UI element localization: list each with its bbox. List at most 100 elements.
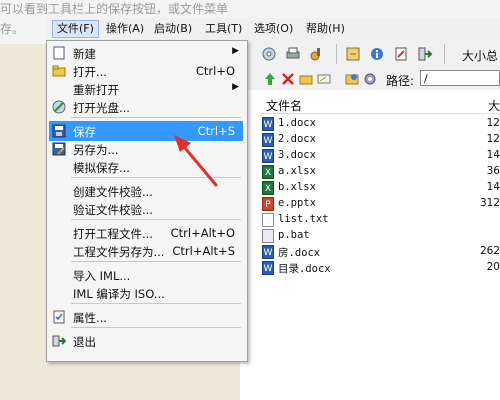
column-header-size[interactable]: 大 xyxy=(488,97,500,114)
menu-item-properties[interactable]: 属性... xyxy=(49,307,243,327)
file-row[interactable]: W 3.docx 14 xyxy=(262,148,500,164)
file-name: 2.docx xyxy=(278,133,316,145)
tools-icon[interactable] xyxy=(308,45,326,63)
menu-item-shortcut: Ctrl+S xyxy=(197,124,235,138)
menu-item-shortcut: Ctrl+O xyxy=(195,64,235,78)
word-doc-icon: W xyxy=(262,149,274,163)
file-row[interactable]: Pe.pptx 312 xyxy=(262,196,500,212)
size-total-label: 大小总 xyxy=(462,49,499,63)
menu-item-label: 另存为... xyxy=(73,143,119,157)
file-size: 262 xyxy=(479,245,500,257)
menu-item-label: 导入 IML... xyxy=(73,269,131,283)
menu-item-open[interactable]: 打开... Ctrl+O xyxy=(49,61,243,81)
rename-icon[interactable] xyxy=(316,71,332,87)
open-folder-icon xyxy=(51,63,67,79)
file-size: 14 xyxy=(486,181,500,193)
menu-options[interactable]: 选项(O) xyxy=(250,21,297,37)
batch-file-icon xyxy=(262,229,274,243)
menu-item-label: 打开工程文件... xyxy=(73,227,153,241)
menu-item-open-disc[interactable]: 打开光盘... xyxy=(49,97,243,117)
path-input[interactable]: / xyxy=(420,70,500,86)
file-name: b.xlsx xyxy=(278,181,316,193)
delete-icon[interactable] xyxy=(280,71,296,87)
menu-item-reopen[interactable]: 重新打开 ▶ xyxy=(49,79,243,99)
menu-separator xyxy=(71,219,241,220)
excel-doc-icon: X xyxy=(262,165,274,179)
menu-item-save[interactable]: 保存 Ctrl+S xyxy=(49,121,243,141)
submenu-arrow-icon: ▶ xyxy=(232,46,239,56)
file-row[interactable]: list.txt xyxy=(262,212,500,228)
menu-item-simulate-save[interactable]: 模拟保存... xyxy=(49,157,243,177)
new-folder-icon[interactable] xyxy=(298,71,314,87)
menu-item-create-checksum[interactable]: 创建文件校验... xyxy=(49,181,243,201)
menu-item-shortcut: Ctrl+Alt+O xyxy=(170,226,235,240)
file-name: 房.docx xyxy=(278,247,321,259)
file-row[interactable]: Xa.xlsx 36 xyxy=(262,164,500,180)
file-row[interactable]: W 2.docx 12 xyxy=(262,132,500,148)
menu-help[interactable]: 帮助(H) xyxy=(302,21,349,37)
edit-icon[interactable] xyxy=(392,45,410,63)
compress-icon[interactable] xyxy=(344,45,362,63)
file-list-header: 文件名 大 xyxy=(260,95,500,114)
menu-item-open-project[interactable]: 打开工程文件... Ctrl+Alt+O xyxy=(49,223,243,243)
file-name: 3.docx xyxy=(278,149,316,161)
add-files-icon[interactable] xyxy=(344,71,360,87)
file-size: 12 xyxy=(486,117,500,129)
powerpoint-doc-icon: P xyxy=(262,197,274,211)
burn-disc-icon[interactable] xyxy=(260,45,278,63)
file-row[interactable]: W 房.docx 262 xyxy=(262,244,500,260)
settings-icon[interactable] xyxy=(362,71,378,87)
menu-file[interactable]: 文件(F) xyxy=(52,20,99,38)
properties-icon xyxy=(51,309,67,325)
file-size: 36 xyxy=(486,165,500,177)
file-row[interactable]: W 1.docx 12 xyxy=(262,116,500,132)
toolbar-separator xyxy=(336,44,337,64)
menu-item-label: 模拟保存... xyxy=(73,161,130,175)
menu-boot[interactable]: 启动(B) xyxy=(150,21,196,37)
file-row[interactable]: W 目录.docx 20 xyxy=(262,260,500,276)
menu-item-exit[interactable]: 退出 xyxy=(49,331,243,351)
file-name: p.bat xyxy=(278,229,310,241)
file-list: 文件名 大 W 1.docx 12 W 2.docx 12 W 3.docx 14 Xa.xlsx… xyxy=(240,90,500,400)
menu-item-save-project-as[interactable]: 工程文件另存为... Ctrl+Alt+S xyxy=(49,241,243,261)
file-name: e.pptx xyxy=(278,197,316,209)
menu-item-label: 重新打开 xyxy=(73,83,119,97)
excel-doc-icon: X xyxy=(262,181,274,195)
file-size: 312 xyxy=(479,197,500,209)
word-doc-icon: W xyxy=(262,133,274,147)
file-menu-dropdown: 新建 ▶ 打开... Ctrl+O 重新打开 ▶ 打开光盘... 保存 Ctrl+S 另存为...… xyxy=(46,40,248,362)
exit-toolbar-icon[interactable] xyxy=(416,45,434,63)
info-icon[interactable] xyxy=(368,45,386,63)
menu-item-save-as[interactable]: 另存为... xyxy=(49,139,243,159)
printer-icon[interactable] xyxy=(284,45,302,63)
menu-item-label: IML 编译为 ISO... xyxy=(73,287,165,301)
background-text-line1: 可以看到工具栏上的保存按钮，或文件菜单 xyxy=(0,2,229,16)
file-row[interactable]: p.bat xyxy=(262,228,500,244)
file-size: 14 xyxy=(486,149,500,161)
word-doc-icon: W xyxy=(262,117,274,131)
column-header-name[interactable]: 文件名 xyxy=(266,97,302,114)
menu-item-label: 退出 xyxy=(73,335,96,349)
file-size: 12 xyxy=(486,133,500,145)
toolbar: 大小总 xyxy=(240,40,500,69)
menu-item-label: 工程文件另存为... xyxy=(73,245,165,259)
menu-separator xyxy=(71,303,241,304)
file-name: 目录.docx xyxy=(278,263,331,275)
file-row[interactable]: Xb.xlsx 14 xyxy=(262,180,500,196)
menu-item-label: 属性... xyxy=(73,311,107,325)
menu-item-label: 保存 xyxy=(73,125,96,139)
menu-item-icon-slot xyxy=(51,183,67,199)
menu-action[interactable]: 操作(A) xyxy=(102,21,148,37)
menu-item-import-iml[interactable]: 导入 IML... xyxy=(49,265,243,285)
menu-item-icon-slot xyxy=(51,225,67,241)
menu-item-verify-checksum[interactable]: 验证文件校验... xyxy=(49,199,243,219)
menu-item-new[interactable]: 新建 ▶ xyxy=(49,43,243,63)
toolbar-separator-2 xyxy=(444,44,445,64)
menu-item-compile-iml-iso[interactable]: IML 编译为 ISO... xyxy=(49,283,243,303)
up-folder-icon[interactable] xyxy=(262,71,278,87)
menu-item-icon-slot xyxy=(51,243,67,259)
menu-tools[interactable]: 工具(T) xyxy=(201,21,246,37)
file-name: a.xlsx xyxy=(278,165,316,177)
menu-item-icon-slot xyxy=(51,159,67,175)
background-page: 可以看到工具栏上的保存按钮，或文件菜单 xyxy=(0,0,500,18)
